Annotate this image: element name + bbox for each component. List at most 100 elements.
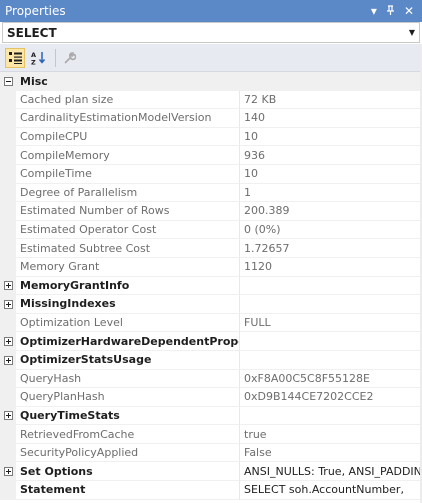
property-row[interactable]: Degree of Parallelism 1 bbox=[0, 183, 422, 203]
property-row[interactable]: CompileMemory 936 bbox=[0, 146, 422, 165]
row-gutter[interactable] bbox=[0, 462, 16, 482]
property-name: OptimizerStatsUsage bbox=[16, 350, 240, 370]
property-value[interactable]: 72 KB bbox=[240, 91, 422, 110]
property-value[interactable] bbox=[240, 332, 422, 351]
property-pages-button[interactable] bbox=[60, 48, 80, 68]
property-name: Estimated Subtree Cost bbox=[16, 239, 240, 258]
property-name: RetrievedFromCache bbox=[16, 425, 240, 444]
expand-icon bbox=[3, 281, 13, 291]
property-value[interactable]: ANSI_NULLS: True, ANSI_PADDING bbox=[240, 462, 422, 482]
property-row[interactable]: Statement SELECT soh.AccountNumber, bbox=[0, 481, 422, 500]
property-name: Statement bbox=[16, 481, 240, 500]
row-gutter bbox=[0, 369, 16, 389]
close-icon[interactable]: ✕ bbox=[404, 5, 414, 17]
property-value[interactable]: 1 bbox=[240, 184, 422, 203]
property-row[interactable]: Memory Grant 1120 bbox=[0, 257, 422, 277]
title-bar-controls: ▾ ✕ bbox=[371, 4, 422, 18]
property-value[interactable]: 1.72657 bbox=[240, 239, 422, 258]
property-name: QueryPlanHash bbox=[16, 388, 240, 407]
object-selector-dropdown[interactable]: SELECT ▼ bbox=[2, 22, 420, 43]
row-gutter[interactable] bbox=[0, 276, 16, 296]
property-name: MissingIndexes bbox=[16, 295, 240, 314]
row-gutter bbox=[0, 388, 16, 407]
property-value[interactable] bbox=[240, 277, 422, 296]
property-row[interactable]: QueryHash 0xF8A00C5C8F55128E bbox=[0, 369, 422, 389]
property-row[interactable]: RetrievedFromCache true bbox=[0, 425, 422, 444]
property-row[interactable]: Estimated Subtree Cost 1.72657 bbox=[0, 239, 422, 258]
property-name: CompileCPU bbox=[16, 127, 240, 147]
expand-icon bbox=[3, 337, 13, 347]
property-name: Cached plan size bbox=[16, 90, 240, 110]
property-row[interactable]: OptimizerHardwareDependentProperties bbox=[0, 332, 422, 351]
pin-icon[interactable] bbox=[386, 4, 395, 18]
property-value[interactable]: 140 bbox=[240, 109, 422, 128]
property-value[interactable]: 936 bbox=[240, 146, 422, 165]
property-row[interactable]: CompileTime 10 bbox=[0, 164, 422, 184]
row-gutter[interactable] bbox=[0, 332, 16, 351]
window-title: Properties bbox=[5, 4, 66, 18]
property-name: Estimated Operator Cost bbox=[16, 220, 240, 240]
property-row[interactable]: QueryPlanHash 0xD9B144CE7202CCE2 bbox=[0, 388, 422, 407]
property-name: Set Options bbox=[16, 462, 240, 482]
property-value[interactable]: 10 bbox=[240, 128, 422, 147]
property-row[interactable]: QueryTimeStats bbox=[0, 406, 422, 426]
property-name: QueryHash bbox=[16, 369, 240, 389]
row-gutter bbox=[0, 146, 16, 165]
window-position-dropdown-icon[interactable]: ▾ bbox=[371, 5, 377, 17]
property-row[interactable]: CardinalityEstimationModelVersion 140 bbox=[0, 109, 422, 128]
property-row[interactable]: Estimated Number of Rows 200.389 bbox=[0, 202, 422, 221]
property-value[interactable]: 10 bbox=[240, 165, 422, 184]
property-value[interactable]: true bbox=[240, 425, 422, 444]
property-name: Degree of Parallelism bbox=[16, 183, 240, 203]
property-value[interactable]: 0xF8A00C5C8F55128E bbox=[240, 370, 422, 389]
chevron-down-icon[interactable]: ▼ bbox=[409, 28, 419, 37]
row-gutter bbox=[0, 481, 16, 500]
property-value[interactable]: 200.389 bbox=[240, 202, 422, 221]
categorized-button[interactable] bbox=[5, 47, 25, 68]
category-label: Misc bbox=[20, 74, 48, 88]
property-value[interactable] bbox=[240, 351, 422, 370]
property-value[interactable]: SELECT soh.AccountNumber, bbox=[240, 481, 422, 500]
alphabetical-button[interactable]: A Z bbox=[29, 48, 49, 68]
collapse-icon bbox=[3, 76, 13, 86]
row-gutter bbox=[0, 183, 16, 203]
property-value[interactable] bbox=[240, 295, 422, 314]
property-row[interactable]: CompileCPU 10 bbox=[0, 127, 422, 147]
property-name: OptimizerHardwareDependentProperties bbox=[16, 332, 240, 351]
property-value[interactable] bbox=[240, 407, 422, 426]
property-name: SecurityPolicyApplied bbox=[16, 443, 240, 463]
property-row[interactable]: Set Options ANSI_NULLS: True, ANSI_PADDIN… bbox=[0, 462, 422, 482]
property-row[interactable]: Cached plan size 72 KB bbox=[0, 90, 422, 110]
properties-toolbar: A Z bbox=[0, 44, 422, 72]
property-row[interactable]: SecurityPolicyApplied False bbox=[0, 443, 422, 463]
object-selector-value: SELECT bbox=[7, 25, 57, 40]
category-collapse-toggle[interactable] bbox=[0, 72, 16, 91]
property-name: Memory Grant bbox=[16, 257, 240, 277]
row-gutter bbox=[0, 164, 16, 184]
row-gutter bbox=[0, 239, 16, 258]
property-value[interactable]: 0xD9B144CE7202CCE2 bbox=[240, 388, 422, 407]
property-row[interactable]: Estimated Operator Cost 0 (0%) bbox=[0, 220, 422, 240]
row-gutter[interactable] bbox=[0, 406, 16, 426]
row-gutter bbox=[0, 90, 16, 110]
expand-icon bbox=[3, 411, 13, 421]
property-value[interactable]: 0 (0%) bbox=[240, 221, 422, 240]
title-bar: Properties ▾ ✕ bbox=[0, 0, 422, 22]
property-name: Optimization Level bbox=[16, 313, 240, 333]
row-gutter bbox=[0, 313, 16, 333]
property-value[interactable]: 1120 bbox=[240, 258, 422, 277]
categorized-icon bbox=[8, 51, 22, 64]
row-gutter[interactable] bbox=[0, 295, 16, 314]
property-row[interactable]: Optimization Level FULL bbox=[0, 313, 422, 333]
property-name: CardinalityEstimationModelVersion bbox=[16, 109, 240, 128]
row-gutter[interactable] bbox=[0, 350, 16, 370]
property-row[interactable]: MissingIndexes bbox=[0, 295, 422, 314]
category-misc[interactable]: Misc bbox=[0, 72, 422, 91]
row-gutter bbox=[0, 220, 16, 240]
expand-icon bbox=[3, 467, 13, 477]
property-row[interactable]: MemoryGrantInfo bbox=[0, 276, 422, 296]
property-name: MemoryGrantInfo bbox=[16, 276, 240, 296]
property-row[interactable]: OptimizerStatsUsage bbox=[0, 350, 422, 370]
property-value[interactable]: False bbox=[240, 444, 422, 463]
property-value[interactable]: FULL bbox=[240, 314, 422, 333]
